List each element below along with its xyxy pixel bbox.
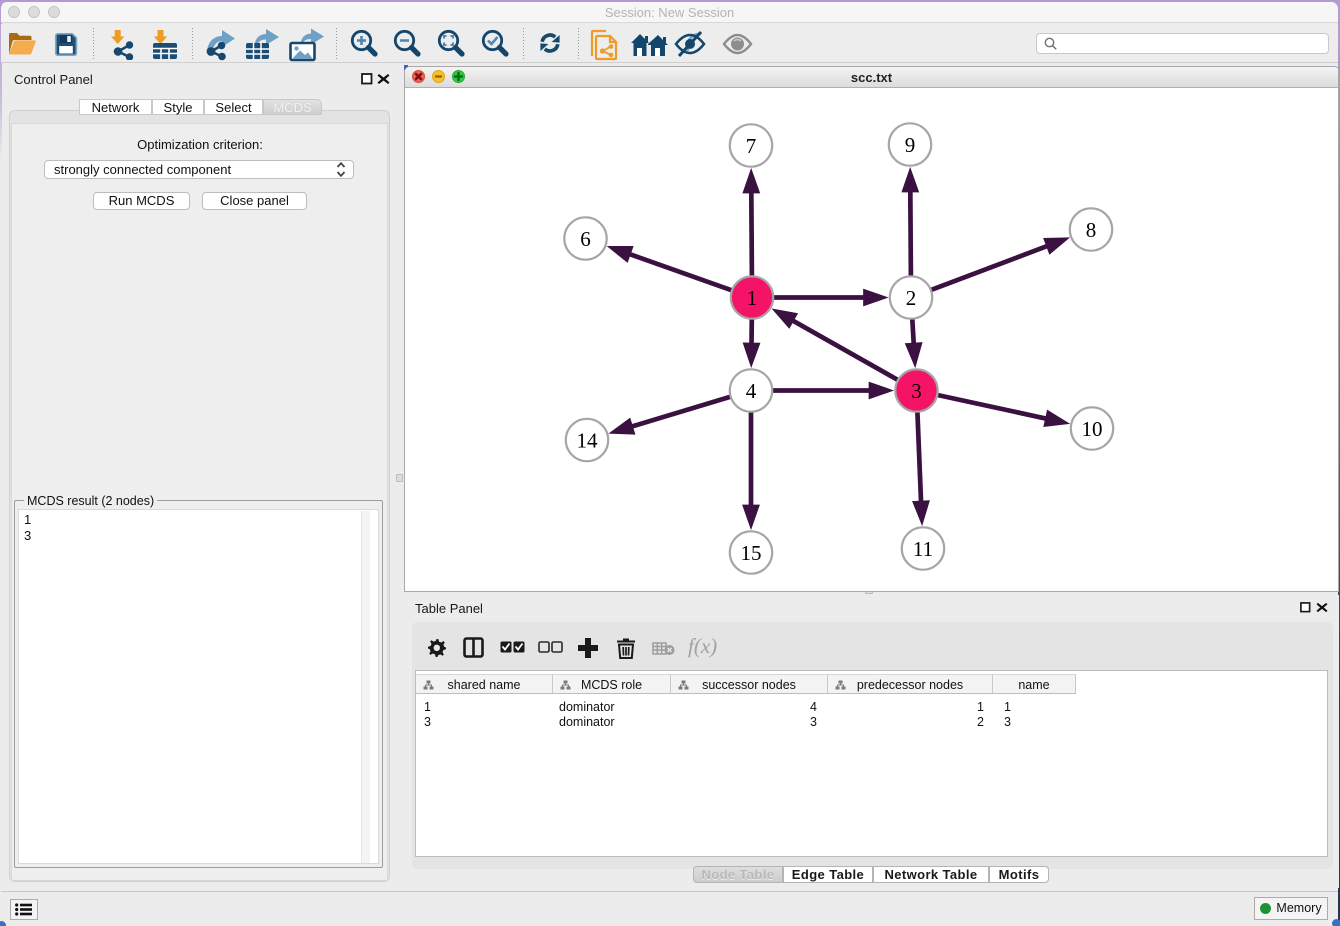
svg-text:11: 11: [913, 537, 933, 561]
svg-text:14: 14: [577, 429, 599, 453]
svg-text:4: 4: [746, 379, 757, 403]
svg-text:1: 1: [747, 286, 758, 310]
svg-text:8: 8: [1086, 218, 1097, 242]
svg-text:6: 6: [580, 227, 591, 251]
svg-text:15: 15: [741, 541, 762, 565]
svg-text:10: 10: [1082, 417, 1103, 441]
svg-text:7: 7: [746, 134, 757, 158]
svg-text:3: 3: [911, 379, 922, 403]
svg-text:9: 9: [905, 133, 916, 157]
svg-text:2: 2: [906, 286, 917, 310]
